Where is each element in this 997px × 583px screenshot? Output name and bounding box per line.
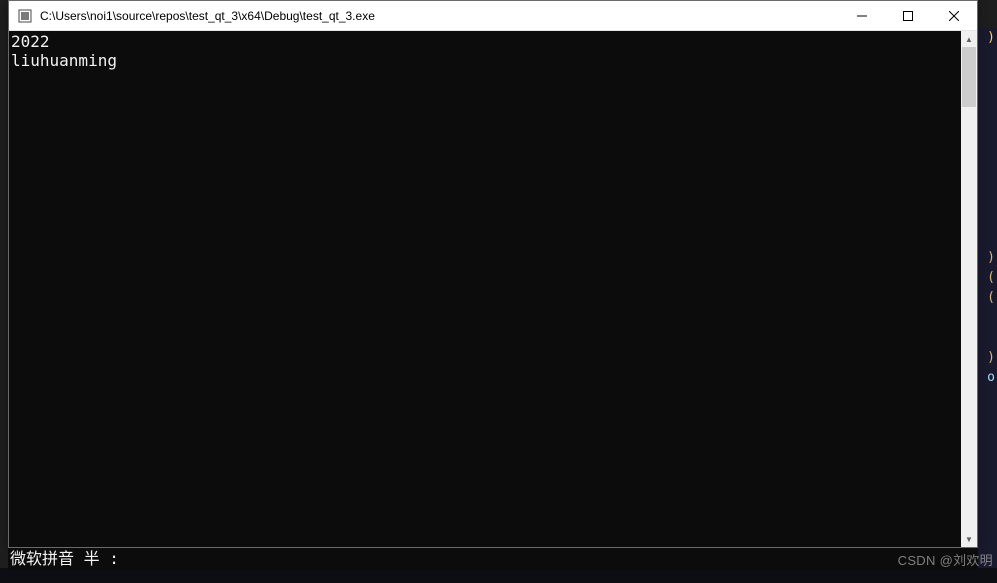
console-output[interactable]: 2022 liuhuanming [9, 31, 961, 547]
scroll-thumb[interactable] [962, 47, 976, 107]
window-title: C:\Users\noi1\source\repos\test_qt_3\x64… [40, 9, 839, 23]
close-button[interactable] [931, 1, 977, 31]
scroll-down-arrow-icon[interactable]: ▼ [961, 531, 977, 547]
vertical-scrollbar[interactable]: ▲ ▼ [961, 31, 977, 547]
window-controls [839, 1, 977, 30]
application-icon [17, 8, 33, 24]
ime-text: 微软拼音 半 : [10, 549, 119, 568]
console-line: liuhuanming [11, 51, 117, 70]
console-window: C:\Users\noi1\source\repos\test_qt_3\x64… [8, 0, 978, 548]
titlebar[interactable]: C:\Users\noi1\source\repos\test_qt_3\x64… [9, 1, 977, 31]
bg-punct: ) [977, 248, 997, 268]
console-body: 2022 liuhuanming ▲ ▼ [9, 31, 977, 547]
bg-punct: ( [977, 288, 997, 308]
bg-punct: ) [977, 28, 997, 48]
background-editor-bottom [0, 568, 997, 583]
maximize-button[interactable] [885, 1, 931, 31]
watermark: CSDN @刘欢明 [898, 550, 993, 569]
scroll-up-arrow-icon[interactable]: ▲ [961, 31, 977, 47]
console-line: 2022 [11, 32, 50, 51]
bg-punct: ( [977, 268, 997, 288]
bg-punct: o [977, 368, 997, 388]
minimize-button[interactable] [839, 1, 885, 31]
ime-status-bar: 微软拼音 半 : [8, 548, 978, 570]
background-editor-strip: ) ) ( ( ) o [977, 28, 997, 568]
bg-punct: ) [977, 348, 997, 368]
